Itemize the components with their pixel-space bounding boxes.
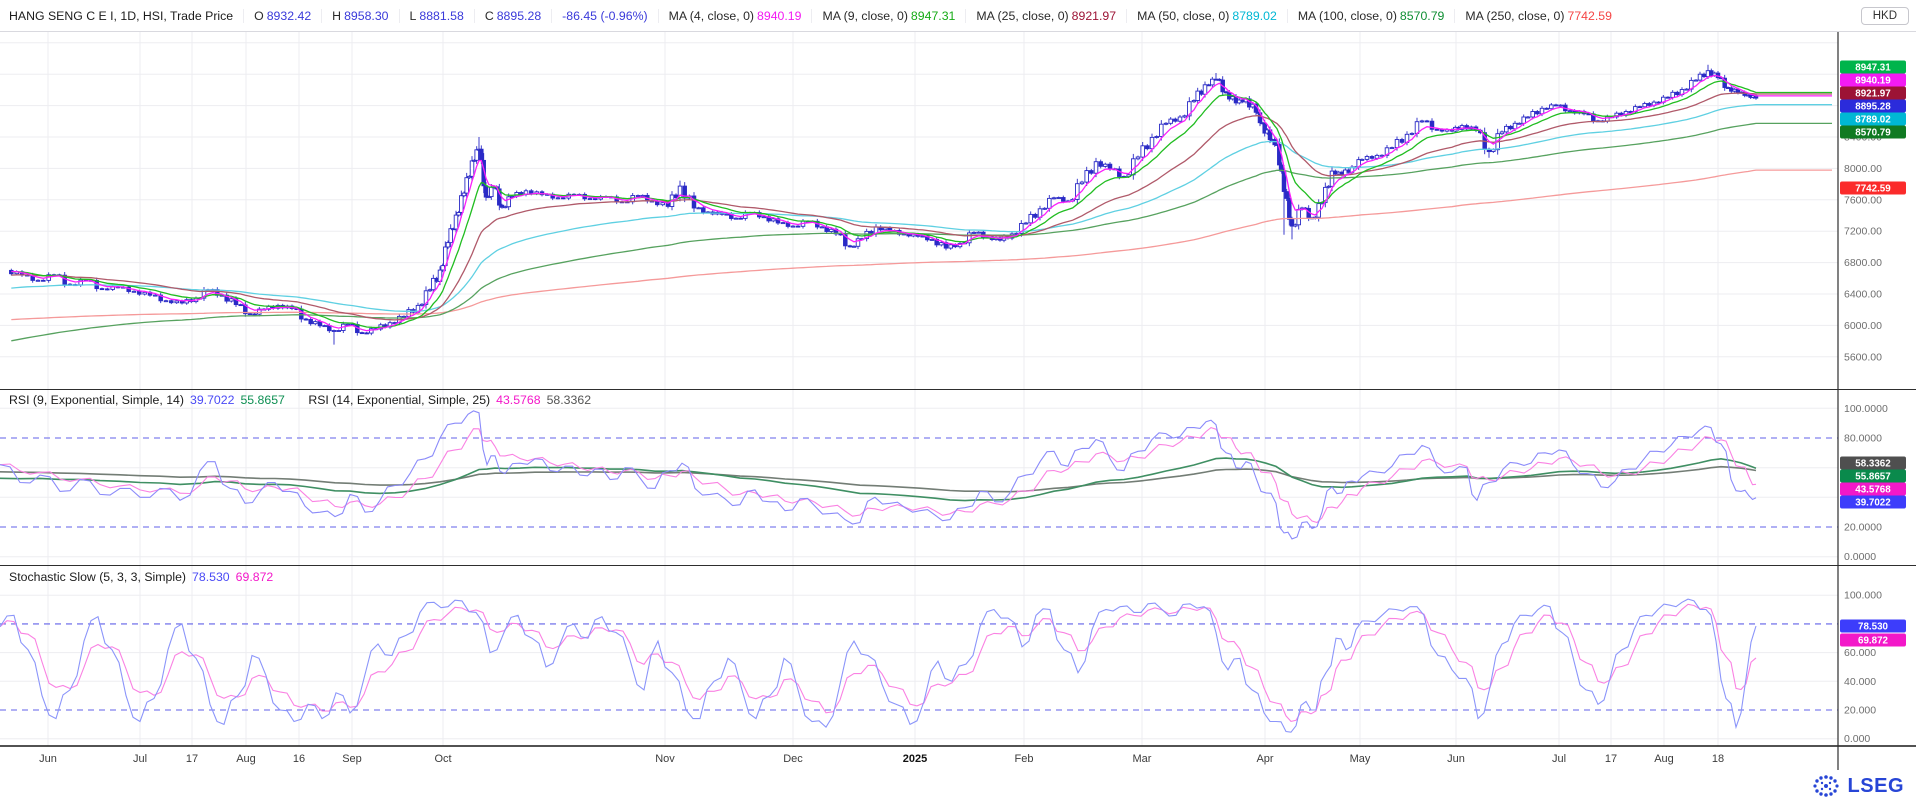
ma-legend-item-25[interactable]: MA (25, close, 0) 8921.97 [965, 9, 1116, 23]
svg-text:2025: 2025 [903, 753, 927, 765]
svg-text:8000.00: 8000.00 [1844, 163, 1882, 175]
ma-legend-item-9[interactable]: MA (9, close, 0) 8947.31 [811, 9, 955, 23]
svg-text:0.0000: 0.0000 [1844, 551, 1876, 563]
svg-text:Jun: Jun [39, 753, 57, 765]
svg-text:8947.31: 8947.31 [1855, 63, 1891, 74]
svg-text:100.0000: 100.0000 [1844, 403, 1888, 415]
price-badge: 8947.31 [1840, 61, 1906, 74]
svg-text:0.000: 0.000 [1844, 733, 1870, 745]
rsi-pane-legend[interactable]: RSI (9, Exponential, Simple, 14)39.70225… [9, 393, 597, 407]
svg-text:20.0000: 20.0000 [1844, 522, 1882, 534]
svg-text:8940.19: 8940.19 [1855, 76, 1891, 87]
price-badge: 7742.59 [1840, 182, 1906, 195]
price-badge: 58.3362 [1840, 457, 1906, 470]
svg-text:Aug: Aug [236, 753, 256, 765]
svg-text:8789.02: 8789.02 [1855, 115, 1891, 126]
svg-text:8570.79: 8570.79 [1855, 128, 1891, 139]
svg-text:5600.00: 5600.00 [1844, 351, 1882, 363]
svg-text:Dec: Dec [783, 753, 803, 765]
net-change: -86.45 (-0.96%) [551, 9, 647, 23]
svg-text:Aug: Aug [1654, 753, 1674, 765]
gridlines [0, 31, 1838, 746]
svg-text:6400.00: 6400.00 [1844, 289, 1882, 301]
chart-header: HANG SENG C E I, 1D, HSI, Trade Price O … [0, 0, 1916, 32]
price-badge: 78.530 [1840, 620, 1906, 633]
svg-text:Jul: Jul [133, 753, 147, 765]
price-badge: 8570.79 [1840, 126, 1906, 139]
lseg-logo: LSEG [1848, 775, 1904, 798]
svg-text:Jul: Jul [1552, 753, 1566, 765]
svg-text:Oct: Oct [434, 753, 451, 765]
svg-text:8895.28: 8895.28 [1855, 102, 1891, 113]
svg-text:16: 16 [293, 753, 305, 765]
svg-text:58.3362: 58.3362 [1855, 459, 1891, 470]
svg-text:60.000: 60.000 [1844, 647, 1876, 659]
svg-text:39.7022: 39.7022 [1855, 498, 1891, 509]
lseg-crest-icon [1811, 774, 1841, 800]
svg-text:8921.97: 8921.97 [1855, 89, 1891, 100]
svg-text:20.000: 20.000 [1844, 705, 1876, 717]
svg-text:17: 17 [186, 753, 198, 765]
price-badge: 43.5768 [1840, 483, 1906, 496]
svg-text:Sep: Sep [342, 753, 362, 765]
instrument-title: HANG SENG C E I, 1D, HSI, Trade Price [9, 9, 233, 23]
ohlc-close: C 8895.28 [474, 9, 541, 23]
svg-text:Apr: Apr [1256, 753, 1273, 765]
ma-legend-item-250[interactable]: MA (250, close, 0) 7742.59 [1454, 9, 1612, 23]
svg-text:6800.00: 6800.00 [1844, 257, 1882, 269]
svg-text:78.530: 78.530 [1858, 622, 1889, 633]
price-badge: 8895.28 [1840, 100, 1906, 113]
rsi-pane[interactable] [0, 411, 1756, 539]
svg-text:7200.00: 7200.00 [1844, 226, 1882, 238]
stochastic-pane[interactable] [0, 599, 1756, 732]
svg-text:80.0000: 80.0000 [1844, 433, 1882, 445]
svg-text:Nov: Nov [655, 753, 675, 765]
currency-selector-button[interactable]: HKD [1861, 7, 1909, 25]
svg-text:6000.00: 6000.00 [1844, 320, 1882, 332]
svg-text:100.000: 100.000 [1844, 590, 1882, 602]
ma-legend-item-4[interactable]: MA (4, close, 0) 8940.19 [658, 9, 802, 23]
price-badge: 39.7022 [1840, 496, 1906, 509]
ma-legend-item-50[interactable]: MA (50, close, 0) 8789.02 [1126, 9, 1277, 23]
price-badge: 69.872 [1840, 634, 1906, 647]
svg-text:69.872: 69.872 [1858, 636, 1889, 647]
ohlc-open: O 8932.42 [243, 9, 311, 23]
svg-text:Mar: Mar [1133, 753, 1152, 765]
price-badge: 8789.02 [1840, 113, 1906, 126]
svg-text:43.5768: 43.5768 [1855, 485, 1891, 496]
price-axis[interactable]: 8400.008000.007600.007200.006800.006400.… [1844, 132, 1888, 746]
stochastic-pane-legend[interactable]: Stochastic Slow (5, 3, 3, Simple)78.5306… [9, 570, 279, 584]
svg-text:Jun: Jun [1447, 753, 1465, 765]
ohlc-high: H 8958.30 [321, 9, 388, 23]
ohlc-low: L 8881.58 [399, 9, 464, 23]
price-badge: 8940.19 [1840, 74, 1906, 87]
svg-text:7742.59: 7742.59 [1855, 184, 1891, 195]
price-badge: 55.8657 [1840, 470, 1906, 483]
price-badge: 8921.97 [1840, 87, 1906, 100]
chart-footer: LSEG [0, 770, 1916, 803]
ma-legend-item-100[interactable]: MA (100, close, 0) 8570.79 [1287, 9, 1445, 23]
svg-text:Feb: Feb [1015, 753, 1034, 765]
svg-text:May: May [1350, 753, 1371, 765]
svg-text:18: 18 [1712, 753, 1724, 765]
time-axis[interactable]: Jun Jul 17 Aug 16 Sep Oct Nov Dec 2025 Feb Mar Apr Ma… [39, 753, 1724, 765]
svg-text:55.8657: 55.8657 [1855, 472, 1891, 483]
svg-text:7600.00: 7600.00 [1844, 194, 1882, 206]
svg-text:40.000: 40.000 [1844, 676, 1876, 688]
svg-text:17: 17 [1605, 753, 1617, 765]
